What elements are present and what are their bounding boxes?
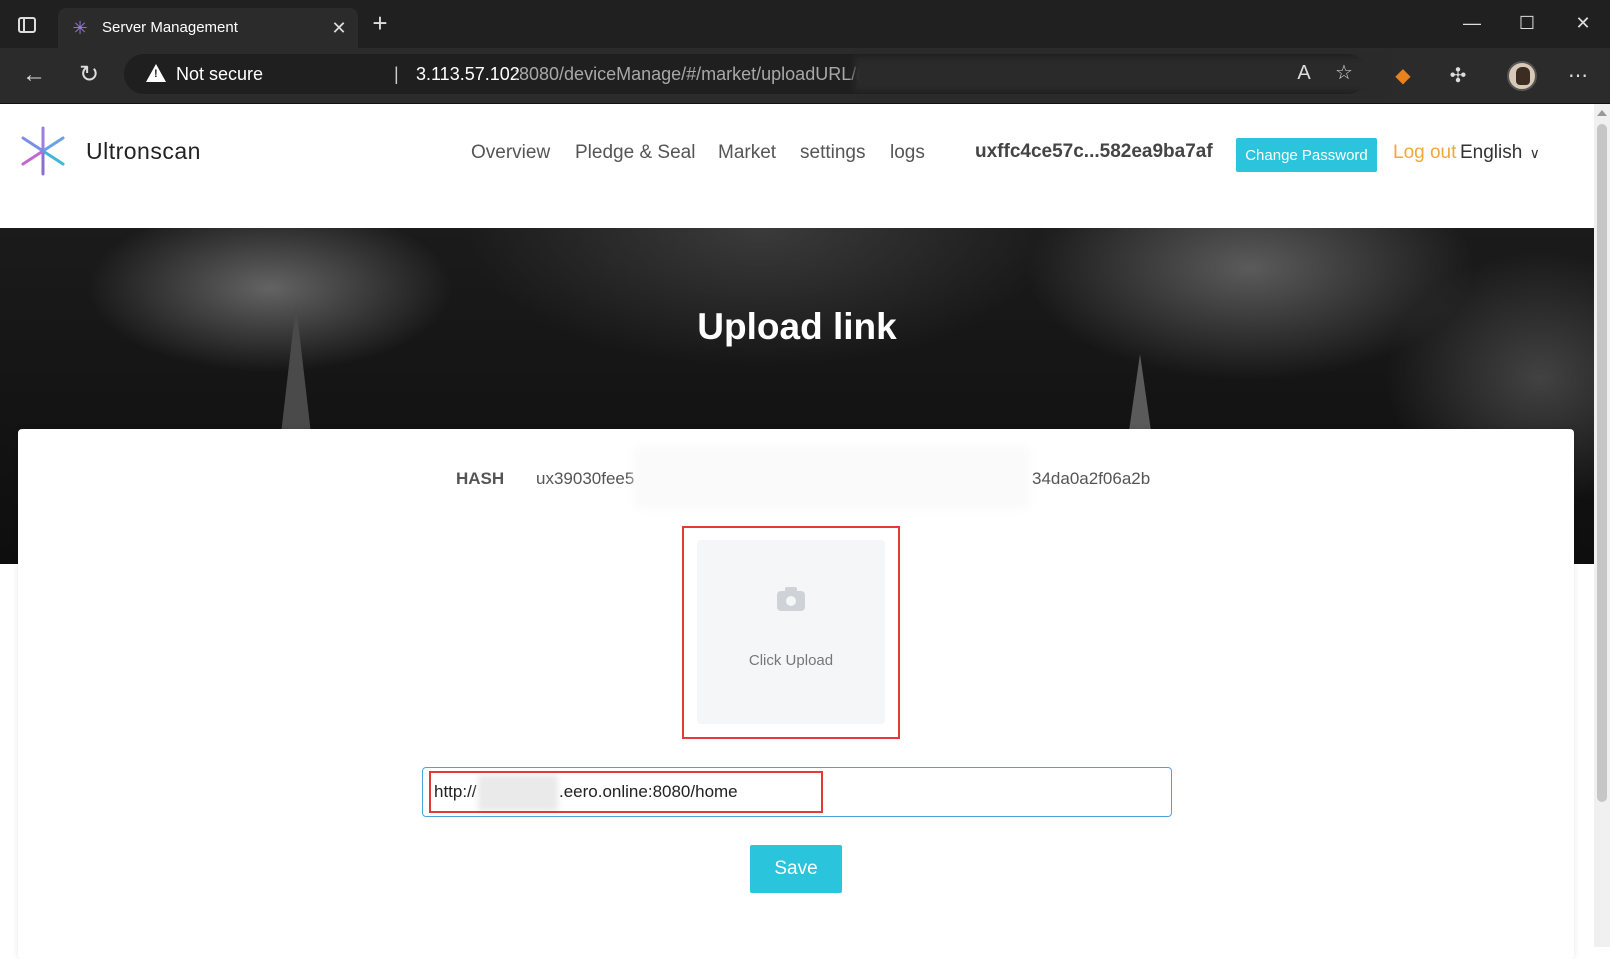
nav-settings[interactable]: settings — [800, 142, 865, 164]
hash-label: HASH — [456, 469, 505, 488]
image-upload-button[interactable]: Click Upload — [697, 540, 885, 724]
browser-toolbar: ← ↻ Not secure | 3.113.57.102 :8080/devi… — [0, 48, 1610, 104]
change-password-button[interactable]: Change Password — [1236, 138, 1377, 172]
nav-market[interactable]: Market — [718, 142, 776, 164]
page-title: Upload link — [697, 306, 897, 347]
back-icon[interactable]: ← — [19, 60, 49, 90]
minimize-icon[interactable]: — — [1457, 10, 1487, 36]
scroll-thumb[interactable] — [1597, 124, 1607, 802]
tab-server-management[interactable]: ✳ Server Management ✕ — [58, 8, 358, 48]
metamask-fox-icon[interactable]: ◆ — [1389, 62, 1417, 90]
account-address: uxffc4ce57c...582ea9ba7af — [975, 141, 1213, 162]
warning-icon — [146, 64, 166, 82]
hash-value-end: 34da0a2f06a2b — [1032, 469, 1151, 488]
tab-title: Server Management — [102, 19, 238, 36]
address-separator: | — [394, 64, 399, 84]
redacted-hash — [634, 447, 1030, 509]
nav-overview[interactable]: Overview — [471, 142, 550, 164]
page-scrollbar[interactable] — [1594, 104, 1610, 947]
new-tab-icon[interactable]: + — [368, 10, 392, 36]
nav-logs[interactable]: logs — [890, 142, 925, 164]
refresh-icon[interactable]: ↻ — [74, 60, 104, 90]
url-highlight — [429, 771, 823, 813]
language-select[interactable]: English ∨ — [1460, 142, 1540, 164]
browser-tabstrip: ✳ Server Management ✕ + — ☐ ✕ — [0, 0, 1610, 48]
upload-label: Click Upload — [748, 652, 834, 669]
close-window-icon[interactable]: ✕ — [1568, 10, 1598, 36]
profile-avatar[interactable] — [1507, 61, 1537, 91]
url-host: 3.113.57.102 — [416, 64, 520, 84]
language-label: English — [1460, 142, 1523, 163]
logo-text[interactable]: Ultronscan — [86, 138, 201, 165]
camera-icon — [777, 587, 805, 611]
favorites-add-icon[interactable]: ☆ — [1330, 59, 1358, 87]
hash-value-start: ux39030fee5 — [536, 469, 635, 488]
logout-link[interactable]: Log out — [1393, 142, 1456, 164]
extensions-icon[interactable]: ✣ — [1444, 62, 1472, 90]
ultronscan-logo-icon[interactable] — [16, 124, 70, 178]
site-header: Ultronscan Overview Pledge & Seal Market… — [0, 104, 1594, 228]
tab-actions-icon[interactable] — [18, 17, 36, 33]
more-menu-icon[interactable]: ⋯ — [1564, 62, 1592, 90]
close-tab-icon[interactable]: ✕ — [328, 17, 350, 39]
read-aloud-icon[interactable]: A — [1290, 59, 1318, 87]
upload-card: HASH ux39030fee5 34da0a2f06a2b Click Upl… — [18, 429, 1574, 959]
save-button[interactable]: Save — [750, 845, 842, 893]
scroll-up-icon[interactable] — [1597, 110, 1607, 116]
url-path: :8080/deviceManage/#/market/uploadURL/( — [514, 64, 863, 84]
address-bar[interactable]: Not secure | 3.113.57.102 :8080/deviceMa… — [124, 54, 1384, 94]
ultronscan-favicon-icon: ✳ — [72, 18, 88, 38]
not-secure-label: Not secure — [176, 64, 264, 84]
maximize-icon[interactable]: ☐ — [1512, 10, 1542, 36]
chevron-down-icon: ∨ — [1529, 145, 1540, 161]
nav-pledge-seal[interactable]: Pledge & Seal — [575, 142, 695, 164]
